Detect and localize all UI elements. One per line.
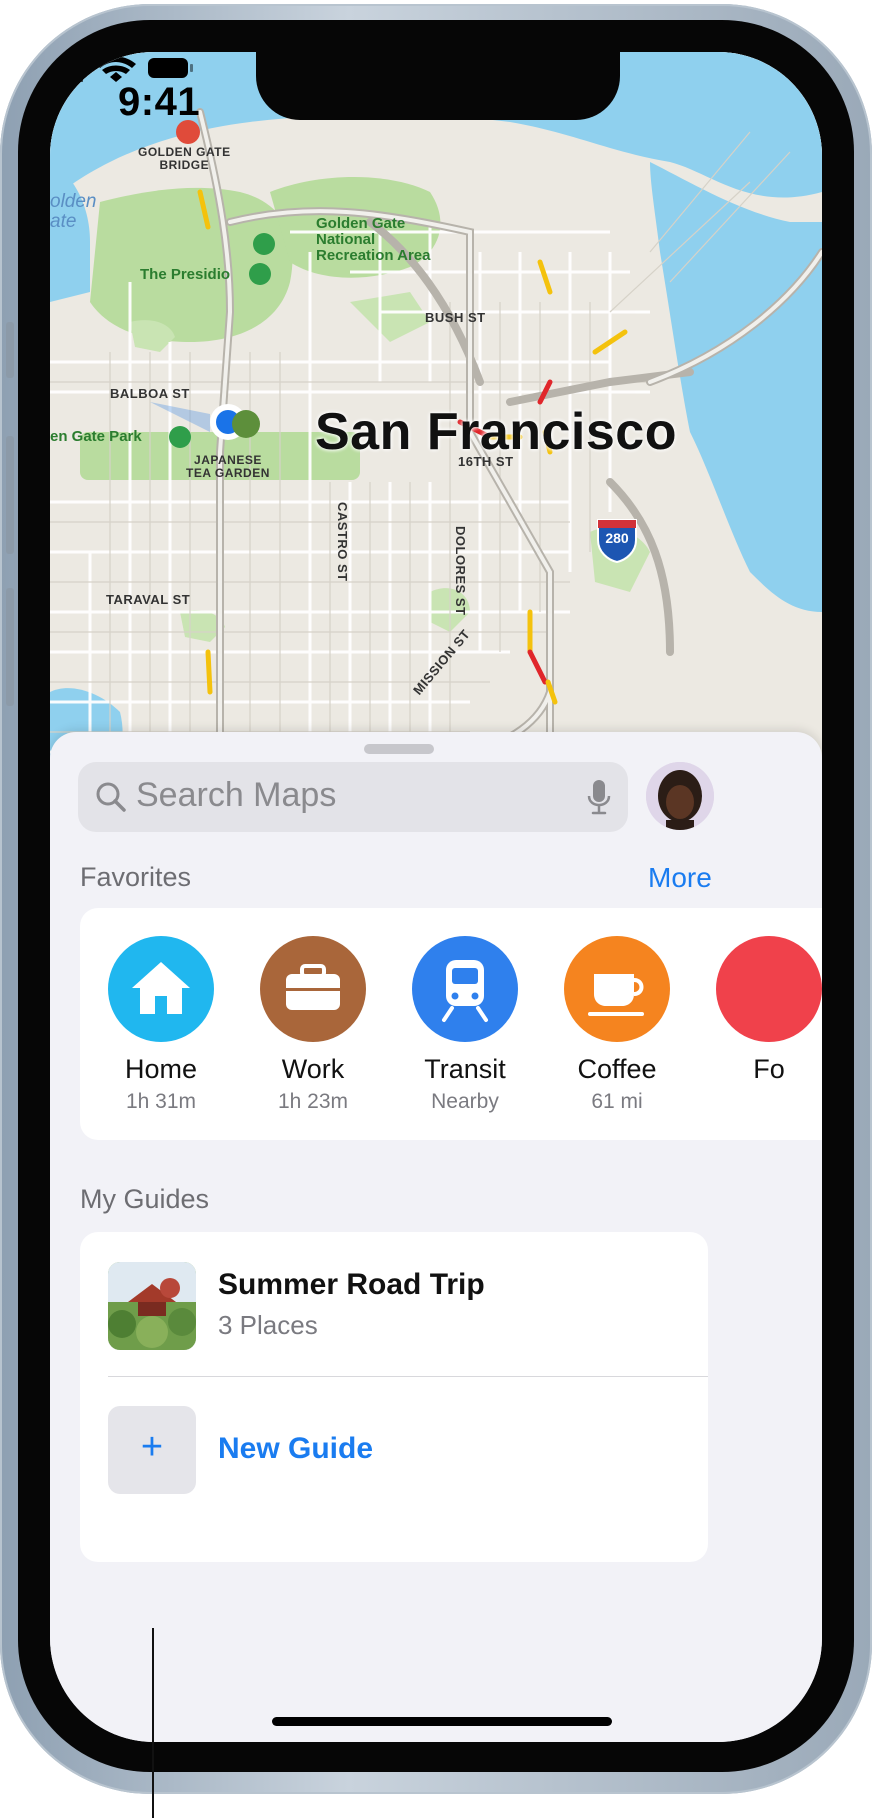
map-label-line: National [316,231,376,248]
presidio-label: The Presidio [140,266,231,283]
cellular-signal-icon [50,55,83,82]
water-label: olden ate [50,192,97,232]
golden-gate-park-label: en Gate Park [50,428,142,445]
plus-icon: + [140,1426,164,1468]
favorites-more-link[interactable]: More [648,862,712,894]
map-label-line: BRIDGE [159,158,210,172]
search-icon [96,782,126,812]
favorites-card: Home 1h 31m Work 1h 23m Transit Nearby C… [80,908,822,1140]
map-label-line: olden [50,191,97,212]
screen: GOLDEN GATE BRIDGE Golden Gate National … [50,52,822,1742]
favorite-coffee[interactable]: Coffee 61 mi [542,936,682,1116]
city-label: San Francisco [315,403,677,461]
coffee-cup-icon [588,974,644,1016]
favorite-circle [108,936,214,1042]
japanese-tea-garden-label: JAPANESE TEA GARDEN [186,454,270,480]
favorite-label: Coffee [577,1054,657,1084]
action-button [6,322,14,378]
notch [256,52,620,120]
search-field[interactable]: Search Maps [78,762,628,832]
favorite-subtitle: 61 mi [591,1090,643,1113]
guide-thumbnail [108,1262,196,1350]
favorite-label: Work [281,1054,345,1084]
microphone-icon[interactable] [586,778,612,816]
bottom-sheet: Search Maps Favorites More Home 1h 31m W… [50,732,822,1742]
golden-gate-bridge-label: GOLDEN GATE BRIDGE [138,146,231,172]
status-time: 9:41 [118,80,201,124]
search-input[interactable]: Search Maps [136,776,336,815]
favorite-work[interactable]: Work 1h 23m [238,936,378,1116]
balboa-st-label: BALBOA ST [110,386,190,401]
dolores-st-label: DOLORES ST [453,526,468,616]
taraval-st-label: TARAVAL ST [106,592,191,607]
favorite-label: Home [124,1054,198,1084]
favorites-title: Favorites [80,862,192,892]
volume-up-button [6,436,14,554]
divider [108,1376,708,1377]
home-indicator[interactable] [272,1717,612,1726]
map-label-line: TEA GARDEN [186,466,270,480]
house-icon [132,962,190,1014]
favorite-circle [260,936,366,1042]
battery-icon [148,58,193,78]
favorite-home[interactable]: Home 1h 31m [86,936,226,1116]
train-icon [442,960,488,1022]
garden-photo-icon [108,1262,196,1350]
favorite-circle [564,936,670,1042]
callout-line [152,1628,154,1818]
status-bar: 9:41 [50,52,822,142]
guide-subtitle: 3 Places [218,1310,318,1340]
status-icons [50,55,193,82]
new-guide-label[interactable]: New Guide [218,1432,373,1466]
map-label-line: Recreation Area [316,247,431,264]
volume-down-button [6,588,14,706]
favorite-label: Fo [753,1054,785,1084]
highway-280-shield-label: 280 [605,530,629,546]
favorite-transit[interactable]: Transit Nearby [390,936,530,1116]
favorite-subtitle: 1h 23m [277,1090,349,1113]
my-guides-title: My Guides [80,1184,210,1214]
ggnra-label: Golden Gate National Recreation Area [316,216,431,264]
favorite-label: Transit [424,1054,506,1084]
memoji-avatar-icon [646,762,714,830]
food-icon [716,936,822,1042]
favorite-circle [412,936,518,1042]
new-guide-button[interactable]: + [108,1406,196,1494]
castro-st-label: CASTRO ST [335,502,350,582]
favorite-food[interactable]: Fo [694,936,822,1116]
map-label-line: ate [50,211,77,232]
sheet-grabber[interactable] [364,744,434,754]
avatar[interactable] [646,762,714,830]
bush-st-label: BUSH ST [425,310,486,325]
guides-card: Summer Road Trip 3 Places + New Guide [80,1232,708,1562]
favorite-subtitle: 1h 31m [125,1090,197,1113]
wifi-icon [96,56,136,82]
guide-title: Summer Road Trip [218,1268,485,1301]
favorite-subtitle: Nearby [431,1090,499,1113]
map-label-line: Golden Gate [316,215,406,232]
briefcase-icon [286,964,340,1010]
